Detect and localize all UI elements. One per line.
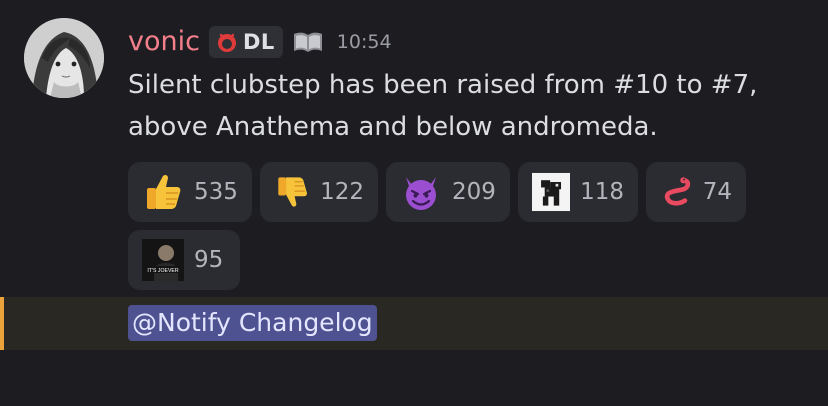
reaction-thumbs-up[interactable]: 535: [128, 162, 252, 222]
discord-message-view: vonic DL 10:54 Silent clubstep has been …: [0, 0, 828, 406]
reaction-count: 535: [194, 179, 238, 205]
book-badge-icon: [293, 32, 322, 52]
reaction-smiling-devil[interactable]: 209: [386, 162, 510, 222]
its-joever-meme-icon: IT'S JOEVER: [142, 239, 184, 281]
red-ring-icon: [217, 33, 236, 52]
message-line-2: above Anathema and below andromeda.: [128, 112, 658, 142]
reactions-bar: 535 122 209 118 74 IT'S JOEVER 95: [128, 162, 788, 290]
thumbs-down-icon: [278, 177, 307, 207]
smiling-devil-icon: [406, 177, 436, 210]
reaction-thumbs-down[interactable]: 122: [260, 162, 378, 222]
red-worm-icon: [664, 177, 691, 206]
guild-tag-label: DL: [242, 30, 275, 54]
thumbs-up-icon: [147, 174, 181, 209]
message-header: vonic DL 10:54: [128, 24, 392, 60]
reaction-custom-creature[interactable]: 118: [518, 162, 638, 222]
user-avatar[interactable]: [24, 18, 104, 98]
anime-avatar-icon: [24, 18, 104, 98]
mention-highlight-row: @Notify Changelog: [0, 297, 828, 350]
custom-pixel-creature-icon: [532, 172, 571, 212]
author-username[interactable]: vonic: [128, 24, 200, 60]
guild-tag-badge[interactable]: DL: [208, 26, 283, 58]
reaction-count: 122: [320, 179, 364, 205]
reaction-red-worm[interactable]: 74: [646, 162, 746, 222]
meme-caption: IT'S JOEVER: [147, 268, 179, 274]
role-mention[interactable]: @Notify Changelog: [128, 305, 377, 341]
reaction-its-joever[interactable]: IT'S JOEVER 95: [128, 230, 240, 290]
reaction-count: 95: [194, 247, 224, 273]
reaction-count: 74: [702, 179, 732, 205]
message-timestamp[interactable]: 10:54: [337, 31, 392, 53]
mention-accent-bar: [0, 297, 4, 350]
message-line-1: Silent clubstep has been raised from #10…: [128, 70, 758, 100]
message-content: Silent clubstep has been raised from #10…: [128, 64, 808, 148]
reaction-count: 118: [580, 179, 624, 205]
reaction-count: 209: [452, 179, 496, 205]
